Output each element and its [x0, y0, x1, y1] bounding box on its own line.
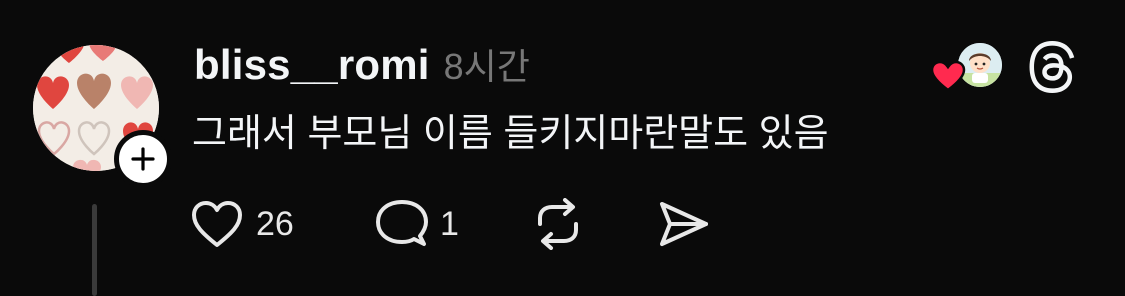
reply-count: 1 — [440, 204, 459, 243]
post-text: 그래서 부모님 이름 들키지마란말도 있음 — [192, 113, 829, 155]
repost-arrows-icon — [538, 198, 578, 250]
speech-bubble-icon — [376, 200, 428, 246]
post-actions-bar: 26 1 — [190, 194, 710, 254]
username-link[interactable]: bliss__romi — [194, 41, 430, 89]
like-count: 26 — [256, 204, 294, 243]
paper-plane-icon — [660, 202, 708, 246]
red-heart-icon — [930, 60, 966, 92]
post-header: bliss__romi 8시간 — [194, 38, 530, 94]
follow-button[interactable] — [114, 130, 172, 188]
thread-connector-line — [92, 204, 97, 296]
post-timestamp: 8시간 — [443, 46, 530, 87]
share-button[interactable] — [658, 200, 710, 248]
liked-by-indicator[interactable] — [930, 40, 1010, 96]
threads-logo-icon[interactable] — [1026, 41, 1078, 93]
like-button[interactable]: 26 — [190, 199, 376, 249]
heart-outline-icon — [192, 201, 242, 247]
reply-button[interactable]: 1 — [376, 198, 532, 250]
plus-icon — [131, 147, 155, 171]
repost-button[interactable] — [532, 198, 658, 250]
